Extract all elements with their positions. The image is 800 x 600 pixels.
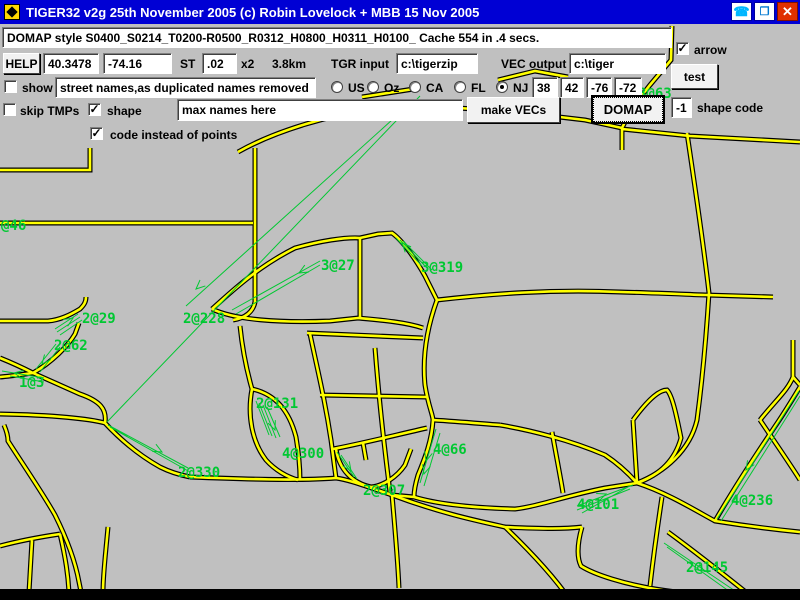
restore-window-icon[interactable]: ❐ [754,2,775,21]
show-checkbox[interactable] [4,80,17,93]
radio-us[interactable] [331,81,343,93]
radio-ca[interactable] [409,81,421,93]
help-button[interactable]: HELP [3,53,40,74]
code-instead-checkbox[interactable]: ✓ [90,127,103,140]
map-label-4@236: 4@236 [731,493,773,509]
window-title: TIGER32 v2g 25th November 2005 (c) Robin… [26,5,479,20]
shape-code-field[interactable]: -1 [671,97,692,118]
radio-oz-label: Oz [384,81,399,95]
tgr-input-field[interactable]: c:\tigerzip [396,53,478,74]
tgr-input-label: TGR input [331,57,389,71]
longitude-field[interactable]: -74.16 [103,53,172,74]
map-label-4@101: 4@101 [577,497,619,513]
map-label-4@300: 4@300 [282,446,324,462]
scale-field[interactable]: .02 [202,53,237,74]
code-instead-label: code instead of points [110,128,237,142]
bbox-field-1[interactable]: 38 [532,77,558,98]
map-label-@46: @46 [1,218,26,234]
arrow-label: arrow [694,43,727,57]
skip-tmps-checkbox[interactable] [3,103,16,116]
radio-us-label: US [348,81,365,95]
latitude-field[interactable]: 40.3478 [43,53,99,74]
st-label: ST [180,57,195,71]
radio-nj-label: NJ [513,81,528,95]
map-label-2@307: 2@307 [363,483,405,499]
x2-label[interactable]: x2 [241,57,254,71]
map-label-2@330: 2@330 [178,465,220,481]
map-label-2@29: 2@29 [82,311,116,327]
map-label-3@319: 3@319 [421,260,463,276]
map-label-2@228: 2@228 [183,311,225,327]
bbox-field-2[interactable]: 42 [560,77,584,98]
map-label-3@27: 3@27 [321,258,355,274]
title-bar: TIGER32 v2g 25th November 2005 (c) Robin… [0,0,800,24]
radio-oz[interactable] [367,81,379,93]
status-field: DOMAP style S0400_S0214_T0200-R0500_R031… [2,27,672,48]
map-label-2@145: 2@145 [686,560,728,576]
arrow-checkbox[interactable]: ✓ [676,42,689,55]
max-names-field[interactable]: max names here [177,99,463,121]
map-label-4@66: 4@66 [433,442,467,458]
map-label-2@131: 2@131 [256,396,298,412]
vec-output-field[interactable]: c:\tiger [569,53,666,74]
domap-button[interactable]: DOMAP [591,95,665,124]
show-label: show [22,81,53,95]
map-label-1@3: 1@3 [19,375,44,391]
test-button[interactable]: test [671,64,718,89]
shape-checkbox[interactable]: ✓ [88,103,101,116]
radio-nj[interactable] [496,81,508,93]
map-label-2@62: 2@62 [54,338,88,354]
radio-fl-label: FL [471,81,486,95]
distance-label: 3.8km [272,57,306,71]
radio-ca-label: CA [426,81,443,95]
make-vecs-button[interactable]: make VECs [467,97,560,123]
app-icon [4,4,20,20]
shape-code-label: shape code [697,101,763,115]
street-names-field[interactable]: street names,as duplicated names removed [55,77,316,98]
bottom-black-bar [0,589,800,600]
tiger32-window: { "window": { "title": "TIGER32 v2g 25th… [0,0,800,600]
close-icon[interactable]: ✕ [777,2,798,21]
skip-tmps-label: skip TMPs [20,104,79,118]
vec-output-label: VEC output [501,57,566,71]
radio-fl[interactable] [454,81,466,93]
shape-label: shape [107,104,142,118]
phone-icon[interactable]: ☎ [731,2,752,21]
